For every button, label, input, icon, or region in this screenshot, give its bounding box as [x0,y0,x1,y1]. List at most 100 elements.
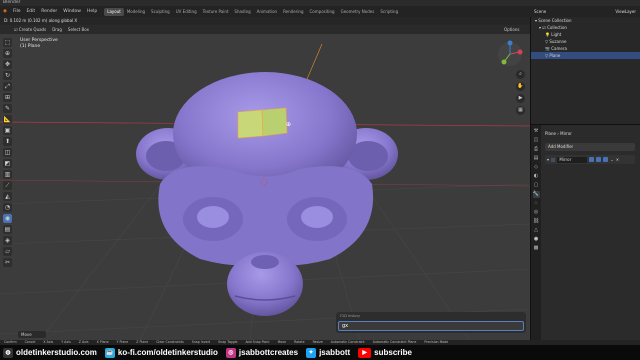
outliner-row-suzanne[interactable]: ▽ Suzanne [531,38,640,45]
options-dropdown[interactable]: Options [504,27,519,32]
modifier-name-field[interactable]: Mirror [557,156,588,163]
poly-build-icon[interactable]: ◭ [3,192,12,201]
twitter-bird-icon: ✦ [306,347,317,358]
add-modifier-button[interactable]: Add Modifier [545,143,635,151]
menu-file[interactable]: File [10,9,24,14]
drag-select-dropdown[interactable]: Select Box [68,27,89,32]
scene-tab-icon[interactable]: ◇ [533,164,540,171]
constraints-tab-icon[interactable]: ⛓ [533,218,540,225]
rip-icon[interactable]: ✂ [3,258,12,267]
transform-pointer: ⊕ [286,121,291,128]
edge-slide-icon[interactable]: ▤ [3,225,12,234]
annotate-icon[interactable]: ✎ [3,104,12,113]
camera-icon[interactable]: ▶ [516,94,525,103]
smooth-icon[interactable]: ◉ [3,214,12,223]
blender-logo-icon[interactable]: ◉ [0,9,10,14]
outliner-row-camera[interactable]: 📷 Camera [531,45,640,52]
keystroke-input[interactable]: gx [338,321,524,331]
instagram-link[interactable]: ◎ jsabbottcreates [225,347,298,358]
material-tab-icon[interactable]: ● [533,236,540,243]
outliner-row-scene-collection[interactable]: ▾ Scene Collection [531,17,640,24]
knife-icon[interactable]: ⟋ [3,181,12,190]
rotate-icon[interactable]: ↻ [3,71,12,80]
render-tab-icon[interactable]: ◫ [533,137,540,144]
tab-rendering[interactable]: Rendering [280,8,306,16]
tool-tab-icon[interactable]: ⚒ [533,128,540,135]
viewport-nav-buttons: ⌕ ✋ ▶ ▦ [516,70,526,115]
cursor-icon[interactable]: ⊕ [3,49,12,58]
view-layer-tab-icon[interactable]: ▤ [533,155,540,162]
modifier-tab-icon[interactable]: 🔧 [532,191,540,198]
menu-render[interactable]: Render [38,9,60,14]
tab-layout[interactable]: Layout [104,7,124,16]
modifier-close-icon[interactable]: ✕ [616,157,619,162]
tool-header: ☑ Create Quads Drag Select Box [0,25,530,34]
tab-scripting[interactable]: Scripting [377,8,401,16]
scene-header: Scene ViewLayer [530,6,640,17]
tab-shading[interactable]: Shading [231,8,253,16]
navigation-gizmo[interactable] [496,40,524,68]
select-box-icon[interactable]: ⬚ [3,38,12,47]
create-quads-checkbox[interactable]: ☑ Create Quads [14,27,46,32]
website-link[interactable]: ◍ oldetinkerstudio.com [3,347,97,358]
keystroke-panel-title: F2D history [340,314,361,318]
tool-shelf: ⬚ ⊕ ✥ ↻ ⤢ ⊞ ✎ 📐 ▣ ⬆ ◫ ◩ ▥ ⟋ ◭ ◔ ◉ ▤ ◈ ▱ … [3,38,14,290]
menu-window[interactable]: Window [60,9,84,14]
3d-viewport[interactable]: ⊕ [0,34,530,340]
twitter-link[interactable]: ✦ jsabbott [306,347,350,358]
outliner: ▾ Scene Collection ▾ ☑ Collection 💡 Ligh… [530,17,640,124]
menu-edit[interactable]: Edit [23,9,38,14]
tab-modeling[interactable]: Modeling [124,8,148,16]
shrink-fatten-icon[interactable]: ◈ [3,236,12,245]
outliner-row-plane[interactable]: ▽ Plane [531,52,640,59]
editmode-toggle-icon[interactable] [589,157,595,162]
viewport-toggle-icon[interactable] [596,157,602,162]
youtube-link[interactable]: ▶ subscribe [358,347,412,358]
transform-icon[interactable]: ⊞ [3,93,12,102]
keystroke-panel: F2D history gx [336,312,526,333]
move-icon[interactable]: ✥ [3,60,12,69]
tab-geometry-nodes[interactable]: Geometry Nodes [338,8,378,16]
viewport-scene: ⊕ [0,43,530,340]
modifier-menu-icon[interactable]: ⌄ [610,157,613,162]
physics-tab-icon[interactable]: ◎ [533,209,540,216]
world-tab-icon[interactable]: ◐ [533,173,540,180]
add-cube-icon[interactable]: ▣ [3,126,12,135]
tab-sculpting[interactable]: Sculpting [148,8,173,16]
tab-compositing[interactable]: Compositing [307,8,338,16]
suzanne-mesh [136,72,398,316]
outliner-row-light[interactable]: 💡 Light [531,31,640,38]
kofi-cup-icon: ☕ [104,347,115,358]
pan-hand-icon[interactable]: ✋ [516,82,525,91]
bevel-icon[interactable]: ◩ [3,159,12,168]
scene-selector[interactable]: Scene [534,9,546,14]
particles-tab-icon[interactable]: ∴ [533,200,540,207]
menu-help[interactable]: Help [84,9,100,14]
tab-texture-paint[interactable]: Texture Paint [200,8,232,16]
selected-face-right [261,107,288,137]
extrude-icon[interactable]: ⬆ [3,137,12,146]
loop-cut-icon[interactable]: ▥ [3,170,12,179]
active-object-label: (1) Plane [20,44,41,49]
outliner-row-collection[interactable]: ▾ ☑ Collection [531,24,640,31]
texture-tab-icon[interactable]: ▩ [533,245,540,252]
tab-animation[interactable]: Animation [254,8,280,16]
spin-icon[interactable]: ◔ [3,203,12,212]
view-layer-selector[interactable]: ViewLayer [615,9,636,14]
object-tab-icon[interactable]: ▢ [533,182,540,189]
shear-icon[interactable]: ▱ [3,247,12,256]
scale-icon[interactable]: ⤢ [3,82,12,91]
render-toggle-icon[interactable] [603,157,609,162]
measure-icon[interactable]: 📐 [3,115,12,124]
kofi-link[interactable]: ☕ ko-fi.com/oldetinkerstudio [104,347,218,358]
last-operator-panel[interactable]: Move [18,331,46,338]
youtube-play-icon: ▶ [358,347,372,358]
data-tab-icon[interactable]: △ [533,227,540,234]
tab-uv-editing[interactable]: UV Editing [173,8,200,16]
expand-chevron-icon[interactable]: ▾ [547,157,549,162]
properties-breadcrumb: Plane › Mirror [545,131,572,136]
inset-icon[interactable]: ◫ [3,148,12,157]
zoom-icon[interactable]: ⌕ [516,70,525,79]
output-tab-icon[interactable]: ⎙ [533,146,540,153]
grid-icon[interactable]: ▦ [516,106,525,115]
